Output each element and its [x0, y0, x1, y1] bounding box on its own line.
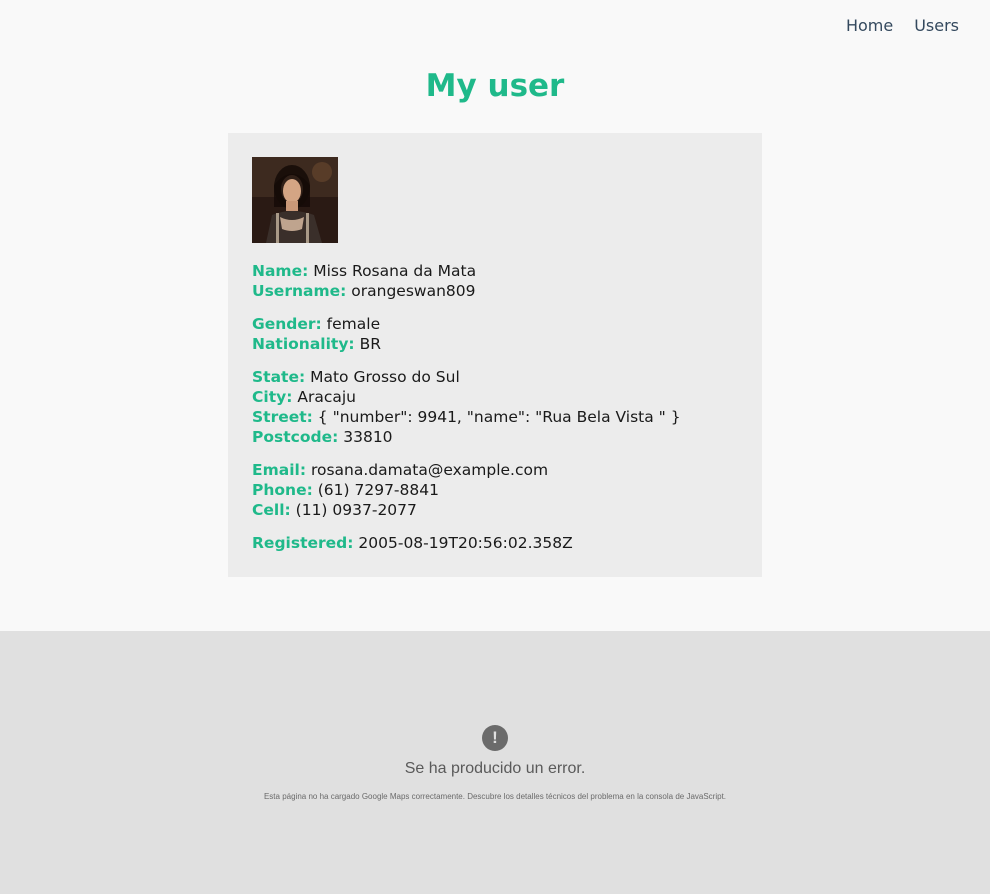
phone-label: Phone:	[252, 481, 313, 499]
top-nav: Home Users	[846, 16, 959, 35]
address-group: State: Mato Grosso do Sul City: Aracaju …	[252, 367, 738, 447]
street-label: Street:	[252, 408, 313, 426]
state-value: Mato Grosso do Sul	[310, 368, 460, 386]
exclamation-icon: !	[482, 725, 508, 751]
user-card: Name: Miss Rosana da Mata Username: oran…	[228, 133, 762, 577]
cell-row: Cell: (11) 0937-2077	[252, 500, 738, 520]
nav-home-link[interactable]: Home	[846, 16, 893, 35]
nationality-value: BR	[359, 335, 381, 353]
user-avatar	[252, 157, 338, 243]
city-row: City: Aracaju	[252, 387, 738, 407]
city-label: City:	[252, 388, 293, 406]
email-label: Email:	[252, 461, 307, 479]
street-value: { "number": 9941, "name": "Rua Bela Vist…	[317, 408, 681, 426]
nationality-label: Nationality:	[252, 335, 355, 353]
registration-group: Registered: 2005-08-19T20:56:02.358Z	[252, 533, 738, 553]
cell-label: Cell:	[252, 501, 291, 519]
map-container[interactable]: ! Se ha producido un error. Esta página …	[0, 631, 990, 894]
identity-group: Name: Miss Rosana da Mata Username: oran…	[252, 261, 738, 301]
map-error-detail: Esta página no ha cargado Google Maps co…	[263, 792, 727, 801]
phone-row: Phone: (61) 7297-8841	[252, 480, 738, 500]
cell-value: (11) 0937-2077	[295, 501, 417, 519]
phone-value: (61) 7297-8841	[317, 481, 439, 499]
name-label: Name:	[252, 262, 309, 280]
gender-label: Gender:	[252, 315, 322, 333]
state-row: State: Mato Grosso do Sul	[252, 367, 738, 387]
demographics-group: Gender: female Nationality: BR	[252, 314, 738, 354]
username-row: Username: orangeswan809	[252, 281, 738, 301]
registered-value: 2005-08-19T20:56:02.358Z	[358, 534, 573, 552]
gender-value: female	[326, 315, 381, 333]
nationality-row: Nationality: BR	[252, 334, 738, 354]
username-value: orangeswan809	[351, 282, 476, 300]
street-row: Street: { "number": 9941, "name": "Rua B…	[252, 407, 738, 427]
contact-group: Email: rosana.damata@example.com Phone: …	[252, 460, 738, 520]
nav-users-link[interactable]: Users	[914, 16, 959, 35]
postcode-label: Postcode:	[252, 428, 339, 446]
page-title: My user	[425, 68, 565, 104]
registered-row: Registered: 2005-08-19T20:56:02.358Z	[252, 533, 738, 553]
name-row: Name: Miss Rosana da Mata	[252, 261, 738, 281]
gender-row: Gender: female	[252, 314, 738, 334]
email-value: rosana.damata@example.com	[310, 461, 549, 479]
map-error-title: Se ha producido un error.	[404, 760, 586, 777]
registered-label: Registered:	[252, 534, 354, 552]
name-value: Miss Rosana da Mata	[313, 262, 477, 280]
city-value: Aracaju	[297, 388, 356, 406]
postcode-value: 33810	[343, 428, 393, 446]
state-label: State:	[252, 368, 306, 386]
postcode-row: Postcode: 33810	[252, 427, 738, 447]
email-row: Email: rosana.damata@example.com	[252, 460, 738, 480]
username-label: Username:	[252, 282, 347, 300]
